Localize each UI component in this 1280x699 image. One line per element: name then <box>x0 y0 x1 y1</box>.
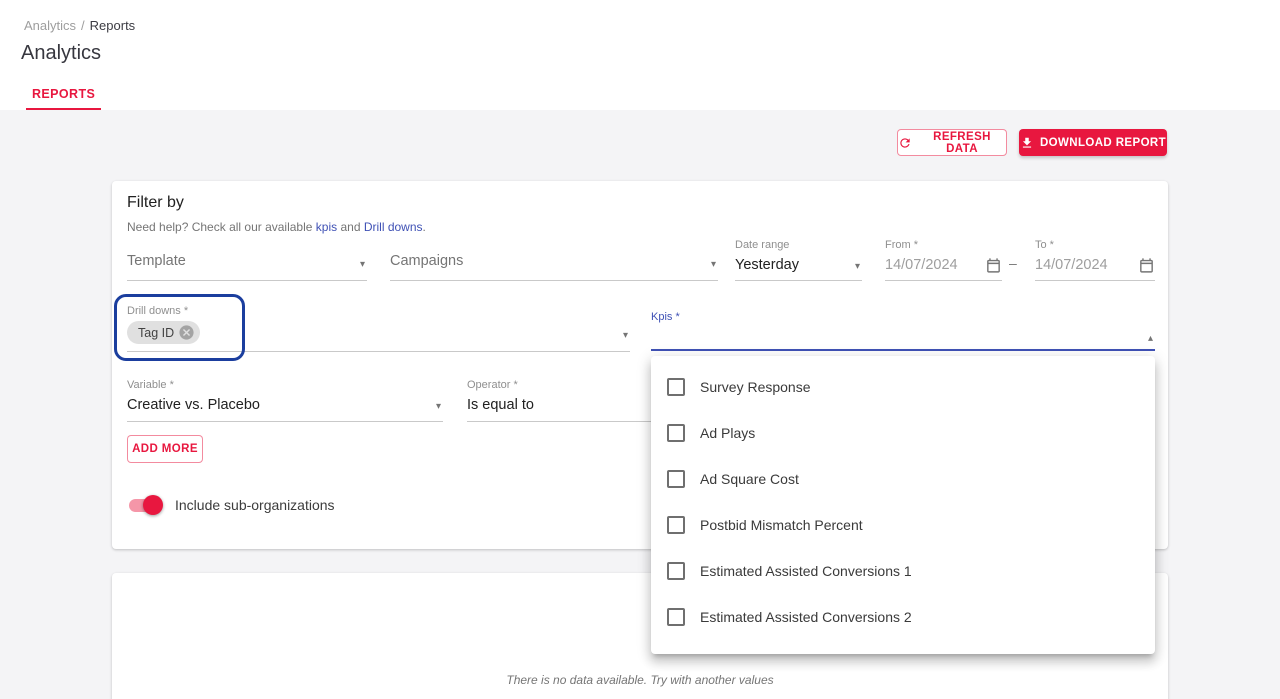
date-range-label: Date range <box>735 239 789 251</box>
to-label: To * <box>1035 239 1054 251</box>
date-range-value: Yesterday <box>735 257 799 273</box>
kpis-option[interactable]: Postbid Mismatch Percent <box>651 502 1155 548</box>
breadcrumb: Analytics / Reports <box>24 18 135 33</box>
breadcrumb-current-reports: Reports <box>90 18 136 33</box>
template-underline <box>127 280 367 281</box>
refresh-data-button[interactable]: REFRESH DATA <box>897 129 1007 156</box>
download-icon <box>1020 136 1034 150</box>
chip-remove-icon[interactable] <box>178 324 195 341</box>
kpis-option[interactable]: Survey Response <box>651 364 1155 410</box>
from-label: From * <box>885 239 918 251</box>
refresh-icon <box>898 136 912 150</box>
kpis-option-label: Ad Plays <box>700 425 755 441</box>
breadcrumb-link-analytics[interactable]: Analytics <box>24 18 76 33</box>
campaigns-select[interactable]: Campaigns ▾ <box>390 239 718 281</box>
checkbox-icon[interactable] <box>667 470 685 488</box>
page-title: Analytics <box>21 42 101 65</box>
kpis-option[interactable]: Estimated Assisted Conversions 1 <box>651 548 1155 594</box>
chevron-down-icon[interactable]: ▾ <box>436 401 441 412</box>
checkbox-icon[interactable] <box>667 378 685 396</box>
help-and: and <box>337 220 364 234</box>
tag-id-chip[interactable]: Tag ID <box>127 321 200 344</box>
to-underline <box>1035 280 1155 281</box>
template-placeholder: Template <box>127 253 186 269</box>
include-suborgs-row: Include sub-organizations <box>127 495 335 515</box>
date-range-select[interactable]: Date range Yesterday ▾ <box>735 239 862 281</box>
checkbox-icon[interactable] <box>667 516 685 534</box>
kpis-link[interactable]: kpis <box>316 220 337 234</box>
campaigns-underline <box>390 280 718 281</box>
from-underline <box>885 280 1002 281</box>
kpis-option-list: Survey Response Ad Plays Ad Square Cost … <box>651 356 1155 654</box>
operator-label: Operator * <box>467 379 518 391</box>
checkbox-icon[interactable] <box>667 562 685 580</box>
chip-label: Tag ID <box>138 326 174 340</box>
tab-reports[interactable]: REPORTS <box>26 80 101 110</box>
campaigns-placeholder: Campaigns <box>390 253 463 269</box>
chevron-down-icon[interactable]: ▾ <box>855 261 860 272</box>
drilldowns-link[interactable]: Drill downs <box>364 220 423 234</box>
drill-downs-select[interactable]: Drill downs * Tag ID ▾ <box>127 305 630 352</box>
page-header: Analytics / Reports Analytics REPORTS <box>0 0 1280 110</box>
include-suborgs-toggle[interactable] <box>127 495 163 515</box>
help-prefix: Need help? Check all our available <box>127 220 316 234</box>
kpis-option[interactable]: Estimated Assisted Conversions 3 <box>651 640 1155 654</box>
chevron-down-icon[interactable]: ▾ <box>623 330 628 341</box>
checkbox-icon[interactable] <box>667 424 685 442</box>
filter-title: Filter by <box>127 194 184 212</box>
kpis-option-label: Ad Square Cost <box>700 471 799 487</box>
chevron-up-icon[interactable]: ▴ <box>1148 333 1153 344</box>
kpis-option[interactable]: Estimated Assisted Conversions 2 <box>651 594 1155 640</box>
calendar-icon[interactable] <box>985 257 1002 279</box>
analytics-reports-page: Analytics / Reports Analytics REPORTS REFR… <box>0 0 1280 699</box>
help-period: . <box>423 220 426 234</box>
kpis-underline <box>651 349 1155 351</box>
to-value: 14/07/2024 <box>1035 257 1108 273</box>
kpis-label: Kpis * <box>651 311 680 323</box>
date-dash: – <box>1009 255 1017 271</box>
empty-state-text: There is no data available. Try with ano… <box>112 673 1168 687</box>
chevron-down-icon[interactable]: ▾ <box>711 259 716 270</box>
from-date-field[interactable]: From * 14/07/2024 <box>885 239 1002 281</box>
download-button-label: DOWNLOAD REPORT <box>1040 137 1166 149</box>
kpis-select[interactable]: Kpis * ▴ <box>651 311 1155 351</box>
calendar-icon[interactable] <box>1138 257 1155 279</box>
kpis-option-label: Estimated Assisted Conversions 2 <box>700 609 912 625</box>
variable-label: Variable * <box>127 379 174 391</box>
add-more-button[interactable]: ADD MORE <box>127 435 203 463</box>
breadcrumb-separator: / <box>81 18 85 33</box>
toggle-knob <box>143 495 163 515</box>
drill-downs-label: Drill downs * <box>127 305 188 317</box>
chevron-down-icon[interactable]: ▾ <box>360 259 365 270</box>
to-date-field[interactable]: To * 14/07/2024 <box>1035 239 1155 281</box>
kpis-option[interactable]: Ad Plays <box>651 410 1155 456</box>
template-select[interactable]: Template ▾ <box>127 239 367 281</box>
kpis-option-label: Postbid Mismatch Percent <box>700 517 863 533</box>
toggle-label: Include sub-organizations <box>175 497 335 513</box>
checkbox-icon[interactable] <box>667 608 685 626</box>
download-report-button[interactable]: DOWNLOAD REPORT <box>1019 129 1167 156</box>
variable-value: Creative vs. Placebo <box>127 397 260 413</box>
help-text: Need help? Check all our available kpis … <box>127 220 426 234</box>
refresh-button-label: REFRESH DATA <box>918 131 1006 155</box>
kpis-option-label: Estimated Assisted Conversions 1 <box>700 563 912 579</box>
from-value: 14/07/2024 <box>885 257 958 273</box>
kpis-option[interactable]: Ad Square Cost <box>651 456 1155 502</box>
kpis-option-label: Survey Response <box>700 379 811 395</box>
variable-select[interactable]: Variable * Creative vs. Placebo ▾ <box>127 379 443 422</box>
variable-underline <box>127 421 443 422</box>
operator-value: Is equal to <box>467 397 534 413</box>
date-range-underline <box>735 280 862 281</box>
drill-downs-underline <box>127 351 630 352</box>
